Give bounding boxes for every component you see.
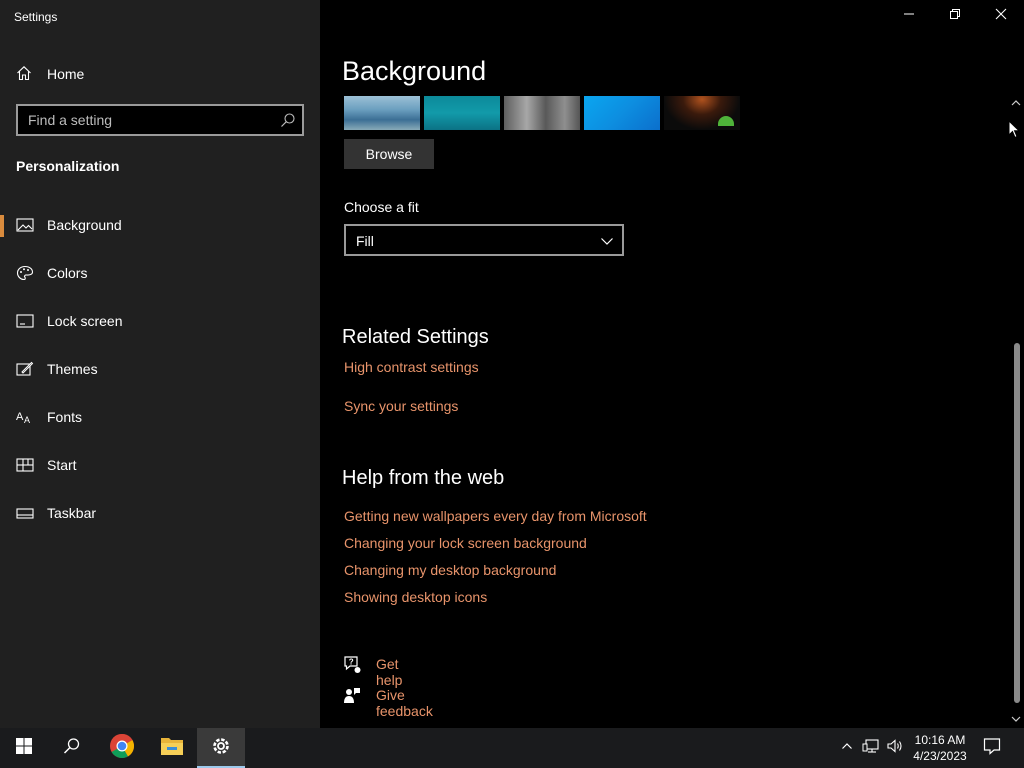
sidebar-item-label: Colors [47,265,88,281]
sidebar-item-themes[interactable]: Themes [0,349,320,389]
taskbar-search-button[interactable] [48,728,96,768]
clock-date: 4/23/2023 [913,749,967,763]
themes-icon [16,361,34,377]
home-label: Home [47,66,85,82]
mouse-cursor-icon [1008,119,1021,144]
search-input[interactable] [18,106,268,134]
svg-text:A: A [24,415,30,425]
main-content: Background Browse Choose a fit Fill Rela… [320,0,1008,728]
sidebar-item-label: Start [47,457,77,473]
background-thumbnail[interactable] [504,96,580,130]
recent-images [344,96,744,130]
clock[interactable]: 10:16 AM 4/23/2023 [906,728,974,768]
clock-time: 10:16 AM [914,733,966,747]
svg-text:A: A [16,411,24,423]
volume-button[interactable] [884,728,906,768]
fonts-icon: AA [16,409,34,425]
show-hidden-icons-button[interactable] [836,728,858,768]
scroll-thumb[interactable] [1014,343,1020,703]
start-button[interactable] [0,728,48,768]
home-icon [16,65,32,86]
search-icon[interactable] [280,112,296,133]
background-thumbnail[interactable] [344,96,420,130]
get-help-link[interactable]: Get help [376,656,402,688]
sidebar-item-start[interactable]: Start [0,445,320,485]
sidebar-item-background[interactable]: Background [0,205,320,245]
choose-fit-value: Fill [356,233,374,249]
sidebar-item-fonts[interactable]: AA Fonts [0,397,320,437]
background-thumbnail[interactable] [584,96,660,130]
help-link-desktop-background[interactable]: Changing my desktop background [344,562,556,578]
background-thumbnail[interactable] [664,96,740,130]
browse-button[interactable]: Browse [344,139,434,169]
feedback-icon [342,686,362,711]
app-title: Settings [14,10,58,24]
file-explorer-icon [160,735,184,762]
section-title: Personalization [16,158,120,174]
scroll-down-icon[interactable] [1008,712,1024,726]
main-scrollbar[interactable] [1008,96,1024,728]
network-button[interactable] [860,728,882,768]
help-link-wallpapers[interactable]: Getting new wallpapers every day from Mi… [344,508,647,524]
search-box[interactable] [16,104,304,136]
sidebar-item-label: Taskbar [47,505,97,521]
high-contrast-link[interactable]: High contrast settings [344,359,479,375]
settings-taskbar-button[interactable] [197,728,245,768]
file-explorer-taskbar-button[interactable] [148,728,196,768]
scroll-up-icon[interactable] [1008,96,1024,110]
page-title: Background [342,56,487,86]
taskbar: 10:16 AM 4/23/2023 [0,728,1024,768]
give-feedback-link[interactable]: Give feedback [376,687,433,719]
chrome-icon [109,733,135,764]
image-icon [16,217,34,233]
help-link-desktop-icons[interactable]: Showing desktop icons [344,589,487,605]
sidebar-item-label: Background [47,217,122,233]
sidebar-item-taskbar[interactable]: Taskbar [0,493,320,533]
windows-logo-icon [15,737,33,760]
sidebar-item-label: Fonts [47,409,83,425]
start-icon [16,457,34,473]
sidebar-item-colors[interactable]: Colors [0,253,320,293]
notification-icon [983,737,1001,760]
sidebar: Settings Home Personalization Background [0,0,320,728]
taskbar-icon [16,505,34,521]
help-link-lock-screen[interactable]: Changing your lock screen background [344,535,587,551]
palette-icon [16,265,34,281]
search-icon [63,737,81,760]
lock-screen-icon [16,313,34,329]
get-help-icon: ? [342,655,362,680]
chrome-taskbar-button[interactable] [98,728,146,768]
chevron-down-icon [600,234,614,253]
action-center-button[interactable] [978,728,1006,768]
choose-fit-dropdown[interactable]: Fill [344,224,624,256]
sidebar-item-label: Themes [47,361,98,377]
svg-text:?: ? [349,658,354,667]
background-thumbnail[interactable] [424,96,500,130]
sync-settings-link[interactable]: Sync your settings [344,398,458,414]
volume-icon [886,738,904,759]
settings-window: Settings Home Personalization Background [0,0,1024,728]
chevron-up-icon [841,739,853,757]
choose-fit-label: Choose a fit [344,199,419,215]
settings-icon [210,735,232,762]
related-settings-heading: Related Settings [342,326,489,348]
network-icon [862,738,880,759]
sidebar-item-lock-screen[interactable]: Lock screen [0,301,320,341]
sidebar-item-label: Lock screen [47,313,123,329]
home-nav-item[interactable]: Home [0,56,320,90]
help-heading: Help from the web [342,467,505,489]
